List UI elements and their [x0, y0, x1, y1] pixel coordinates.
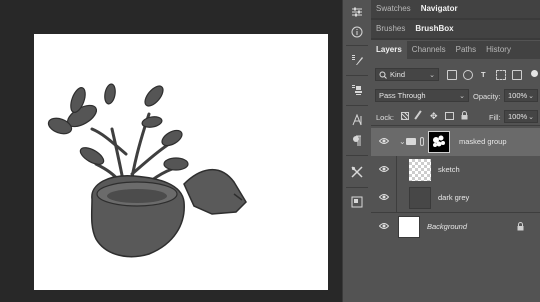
eye-icon[interactable]: [379, 193, 389, 201]
tab-brushes[interactable]: Brushes: [371, 20, 410, 38]
search-icon: [379, 71, 387, 79]
fill-label: Fill:: [489, 113, 501, 122]
lock-icon: [517, 222, 524, 231]
layer-name[interactable]: dark grey: [438, 193, 469, 202]
layer-filter-kind[interactable]: Kind ⌄: [375, 68, 439, 81]
layer-thumbnail[interactable]: [398, 216, 420, 238]
blend-mode-value: Pass Through: [379, 91, 426, 100]
panel-icon-strip: [342, 0, 371, 302]
sliders-icon[interactable]: [347, 2, 367, 22]
chevron-down-icon: ⌄: [459, 93, 465, 100]
character-icon[interactable]: [347, 110, 367, 130]
filter-toggle-icon[interactable]: [531, 70, 538, 77]
filter-smart-object-icon[interactable]: [512, 70, 522, 80]
brush-settings-icon[interactable]: [347, 50, 367, 70]
layer-thumbnail[interactable]: [409, 187, 431, 209]
lock-transparent-icon[interactable]: [401, 112, 409, 120]
lock-label: Lock:: [376, 113, 394, 122]
filter-pixel-icon[interactable]: [447, 70, 457, 80]
layers-tabs: Layers Channels Paths History: [371, 41, 540, 59]
artboard-icon[interactable]: [347, 192, 367, 212]
document-canvas[interactable]: [34, 34, 328, 290]
layer-row[interactable]: Background: [371, 213, 540, 241]
filter-shape-icon[interactable]: [496, 70, 506, 80]
tab-swatches[interactable]: Swatches: [371, 0, 416, 18]
info-icon[interactable]: [347, 22, 367, 42]
filter-type-icon[interactable]: T: [481, 70, 486, 79]
opacity-value: 100%: [508, 91, 528, 100]
brush-tabs: Brushes BrushBox: [371, 20, 540, 38]
opacity-field[interactable]: 100% ⌄: [504, 89, 538, 102]
lock-all-icon[interactable]: [461, 111, 468, 120]
fill-value: 100%: [508, 112, 528, 121]
right-panels: Swatches Navigator Brushes BrushBox Laye…: [371, 0, 540, 302]
eye-icon[interactable]: [379, 165, 389, 173]
link-icon[interactable]: [420, 137, 424, 146]
layer-name[interactable]: sketch: [438, 165, 460, 174]
tab-channels[interactable]: Channels: [407, 41, 451, 59]
plant-pot-artwork: [47, 83, 247, 258]
layer-row[interactable]: ⌄ masked group: [371, 128, 540, 156]
canvas-area[interactable]: [0, 0, 342, 302]
layer-thumbnail[interactable]: [409, 159, 431, 181]
tab-paths[interactable]: Paths: [451, 41, 481, 59]
tab-brushbox[interactable]: BrushBox: [410, 20, 459, 38]
tools-icon[interactable]: [347, 162, 367, 182]
eye-icon[interactable]: [379, 137, 389, 145]
group-mask-thumbnail[interactable]: [428, 131, 450, 153]
layer-row[interactable]: dark grey: [371, 184, 540, 212]
filter-kind-label: Kind: [390, 70, 406, 79]
lock-pixels-icon[interactable]: [414, 110, 422, 120]
chevron-down-icon: ⌄: [429, 72, 435, 79]
lock-position-icon[interactable]: ✥: [430, 111, 438, 122]
tab-history[interactable]: History: [481, 41, 516, 59]
blend-mode-select[interactable]: Pass Through ⌄: [375, 89, 469, 102]
lock-artboard-icon[interactable]: [445, 112, 454, 120]
clone-source-icon[interactable]: [347, 80, 367, 100]
tab-navigator[interactable]: Navigator: [415, 0, 463, 18]
fill-field[interactable]: 100% ⌄: [504, 110, 538, 123]
chevron-down-icon: ⌄: [528, 114, 534, 121]
swatches-navigator-tabs: Swatches Navigator: [371, 0, 540, 18]
opacity-label: Opacity:: [473, 92, 501, 101]
chevron-down-icon: ⌄: [528, 93, 534, 100]
layer-name[interactable]: masked group: [459, 137, 507, 146]
folder-icon: [406, 138, 416, 145]
chevron-down-icon[interactable]: ⌄: [399, 137, 406, 146]
tab-layers[interactable]: Layers: [371, 41, 407, 59]
layer-name[interactable]: Background: [427, 222, 467, 231]
paragraph-icon[interactable]: [347, 131, 367, 151]
filter-adjustment-icon[interactable]: [463, 70, 473, 80]
layer-row[interactable]: sketch: [371, 156, 540, 184]
eye-icon[interactable]: [379, 222, 389, 230]
